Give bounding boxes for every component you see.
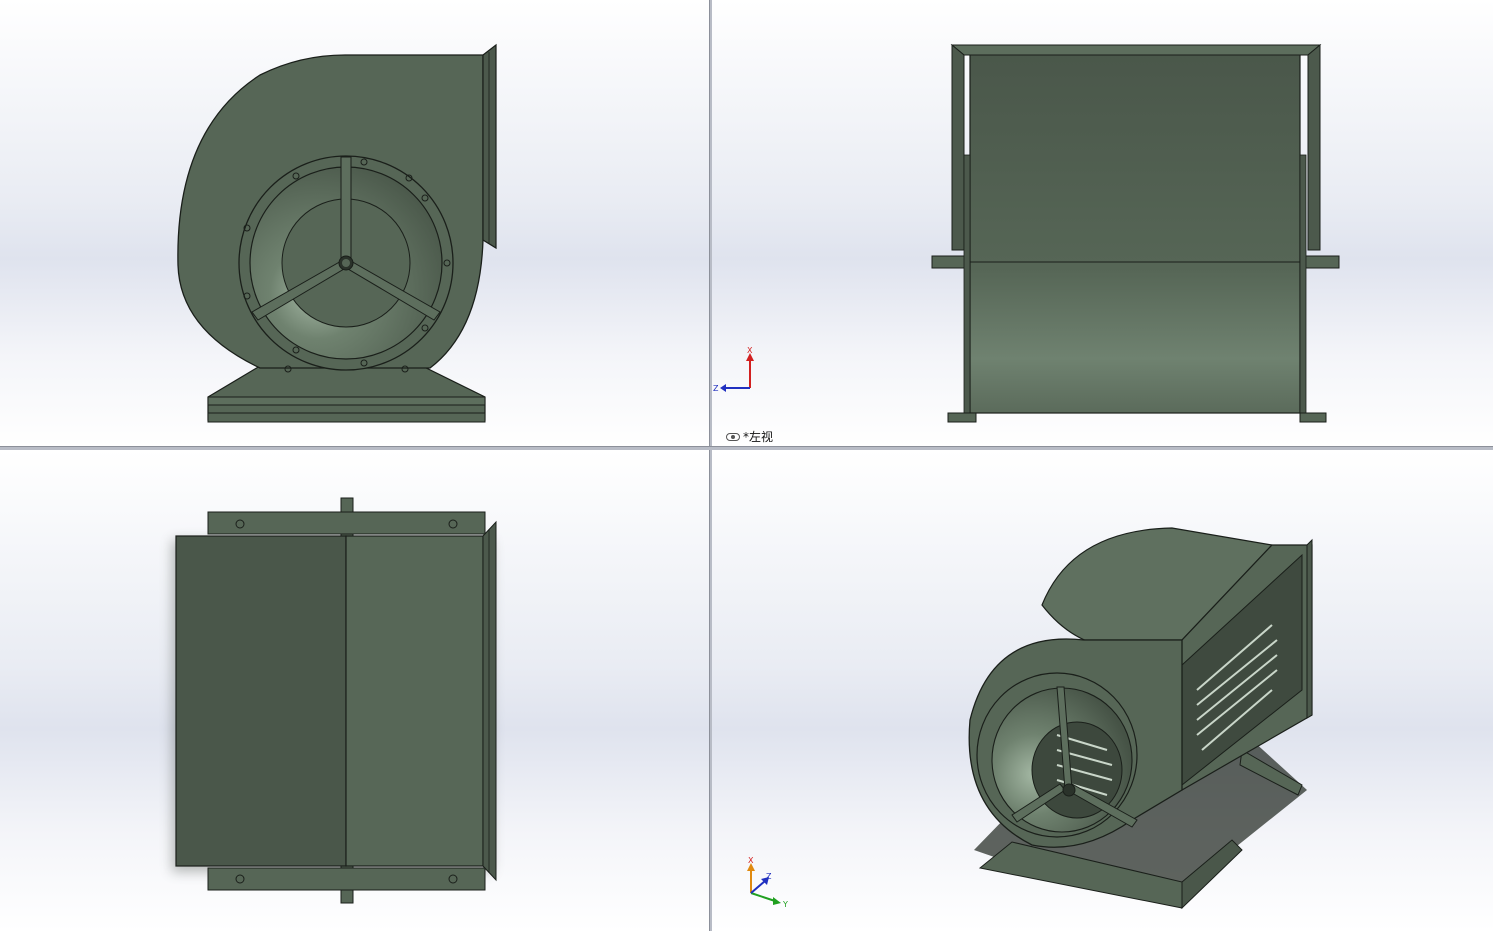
viewport-left[interactable]: X Z *左视 [712, 0, 1493, 446]
outlet-flange [482, 43, 497, 250]
viewport-splitter-horizontal[interactable] [0, 446, 1493, 450]
view-name-label: *左视 [726, 428, 773, 445]
axis-triad-iso: X Z Y [747, 856, 788, 909]
fan-side-model[interactable] [712, 0, 1493, 446]
outlet-flange [482, 520, 497, 882]
view-name-text: *左视 [743, 430, 774, 444]
fan-front-model[interactable] [0, 0, 709, 446]
viewport-splitter-vertical[interactable] [709, 0, 712, 931]
foot-left [947, 412, 977, 423]
triad-axis-left: Z [713, 384, 719, 393]
fan-iso-model[interactable] [712, 450, 1493, 931]
fan-top-model[interactable] [0, 450, 709, 931]
triad-axis-up: X [748, 856, 754, 865]
triad-axis-up: X [747, 346, 753, 355]
housing-left-half [175, 535, 347, 867]
foot-right [1299, 412, 1327, 423]
housing-right-half [345, 535, 484, 867]
triad-axis-right: Y [782, 900, 788, 909]
viewport-front[interactable] [0, 0, 709, 446]
viewport-isometric[interactable]: X Z Y [712, 450, 1493, 931]
axis-triad: X Z [713, 346, 754, 393]
view-eye-icon [726, 432, 740, 441]
housing-body [969, 51, 1301, 414]
viewport-top[interactable] [0, 450, 709, 931]
triad-axis-mid: Z [766, 872, 772, 881]
